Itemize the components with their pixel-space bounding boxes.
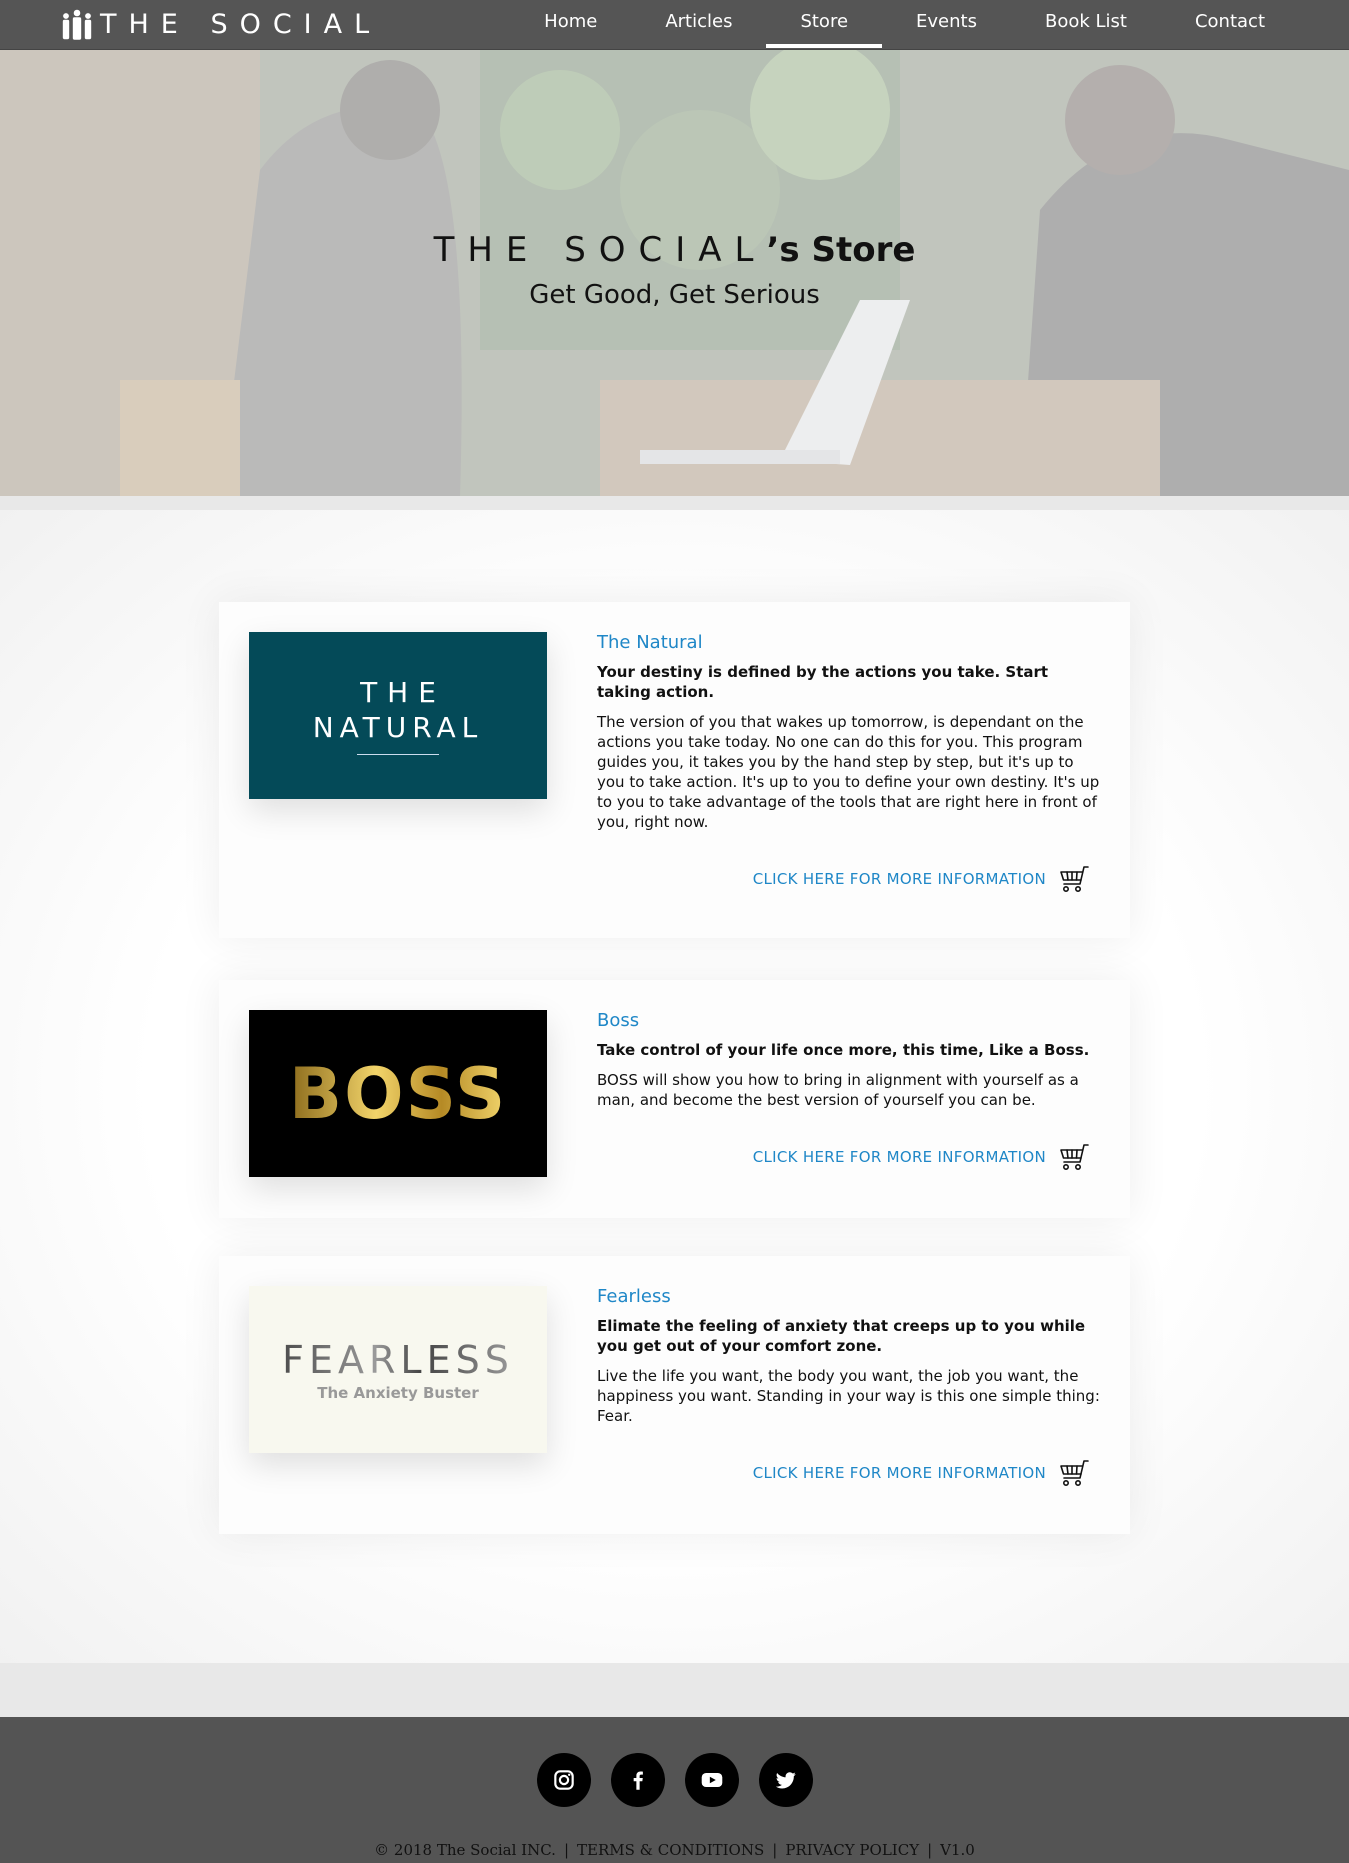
fearless-logo-text: FEARLESS [282, 1337, 514, 1382]
hero-subtitle: Get Good, Get Serious [529, 280, 820, 310]
product-description: The version of you that wakes up tomorro… [597, 713, 1100, 831]
store-content: THE NATURAL The Natural Your destiny is … [0, 510, 1349, 1663]
more-info-link[interactable]: CLICK HERE FOR MORE INFORMATION [753, 864, 1090, 894]
natural-logo-underline [357, 754, 439, 755]
nav-links: Home Articles Store Events Book List Con… [510, 0, 1299, 48]
product-title[interactable]: Boss [597, 1010, 1102, 1032]
product-card-natural: THE NATURAL The Natural Your destiny is … [219, 602, 1130, 938]
nav-book-list[interactable]: Book List [1011, 0, 1161, 48]
nav-home[interactable]: Home [510, 0, 631, 48]
footer-separator: | [927, 1841, 933, 1859]
privacy-link[interactable]: PRIVACY POLICY [785, 1841, 919, 1859]
twitter-icon[interactable] [758, 1753, 813, 1807]
shopping-cart-icon[interactable] [1058, 1142, 1090, 1172]
product-tagline: Take control of your life once more, thi… [597, 1041, 1090, 1059]
nav-store[interactable]: Store [766, 0, 882, 48]
product-body: Boss Take control of your life once more… [597, 1010, 1102, 1110]
nav-contact[interactable]: Contact [1161, 0, 1299, 48]
product-description: BOSS will show you how to bring in align… [597, 1071, 1079, 1109]
nav-articles[interactable]: Articles [631, 0, 766, 48]
product-image-boss[interactable]: BOSS [249, 1010, 547, 1177]
nav-events[interactable]: Events [882, 0, 1011, 48]
top-nav: THE SOCIAL Home Articles Store Events Bo… [0, 0, 1349, 50]
divider-strip [0, 1663, 1349, 1717]
shopping-cart-icon[interactable] [1058, 864, 1090, 894]
product-card-fearless: FEARLESS The Anxiety Buster Fearless Eli… [219, 1256, 1130, 1534]
fearless-logo-subtitle: The Anxiety Buster [317, 1383, 479, 1402]
shopping-cart-icon[interactable] [1058, 1458, 1090, 1488]
copyright-text: © 2018 The Social INC. [374, 1841, 556, 1859]
footer-bar: © 2018 The Social INC. | TERMS & CONDITI… [0, 1841, 1349, 1859]
product-title[interactable]: The Natural [597, 632, 1102, 654]
brand-name: THE SOCIAL [100, 8, 382, 40]
product-description: Live the life you want, the body you wan… [597, 1367, 1100, 1425]
hero-overlay [0, 50, 1349, 496]
instagram-icon[interactable] [536, 1753, 591, 1807]
footer-separator: | [772, 1841, 778, 1859]
natural-logo-line2: NATURAL [312, 711, 484, 744]
footer: © 2018 The Social INC. | TERMS & CONDITI… [0, 1717, 1349, 1863]
product-image-natural[interactable]: THE NATURAL [249, 632, 547, 799]
product-body: The Natural Your destiny is defined by t… [597, 632, 1102, 832]
product-title[interactable]: Fearless [597, 1286, 1102, 1308]
hero-banner: THE SOCIAL’s Store Get Good, Get Serious [0, 50, 1349, 496]
youtube-icon[interactable] [684, 1753, 739, 1807]
brand-logo[interactable]: THE SOCIAL [60, 0, 381, 48]
version-text: V1.0 [940, 1841, 975, 1859]
product-card-boss: BOSS Boss Take control of your life once… [219, 980, 1130, 1218]
boss-logo-text: BOSS [288, 1052, 508, 1135]
more-info-label[interactable]: CLICK HERE FOR MORE INFORMATION [753, 1464, 1046, 1482]
more-info-label[interactable]: CLICK HERE FOR MORE INFORMATION [753, 870, 1046, 888]
hero-title-suffix: ’s Store [766, 230, 916, 270]
more-info-label[interactable]: CLICK HERE FOR MORE INFORMATION [753, 1148, 1046, 1166]
product-image-fearless[interactable]: FEARLESS The Anxiety Buster [249, 1286, 547, 1453]
footer-separator: | [563, 1841, 569, 1859]
more-info-link[interactable]: CLICK HERE FOR MORE INFORMATION [753, 1142, 1090, 1172]
natural-logo-line1: THE [360, 676, 446, 709]
product-body: Fearless Elimate the feeling of anxiety … [597, 1286, 1102, 1426]
facebook-icon[interactable] [610, 1753, 665, 1807]
people-logo-icon [60, 7, 94, 41]
product-tagline: Your destiny is defined by the actions y… [597, 663, 1049, 701]
social-links [0, 1753, 1349, 1807]
hero-title-brand: THE SOCIAL [433, 230, 767, 270]
more-info-link[interactable]: CLICK HERE FOR MORE INFORMATION [753, 1458, 1090, 1488]
divider-strip [0, 496, 1349, 510]
hero-title: THE SOCIAL’s Store [0, 230, 1349, 270]
terms-link[interactable]: TERMS & CONDITIONS [577, 1841, 764, 1859]
product-tagline: Elimate the feeling of anxiety that cree… [597, 1317, 1086, 1355]
